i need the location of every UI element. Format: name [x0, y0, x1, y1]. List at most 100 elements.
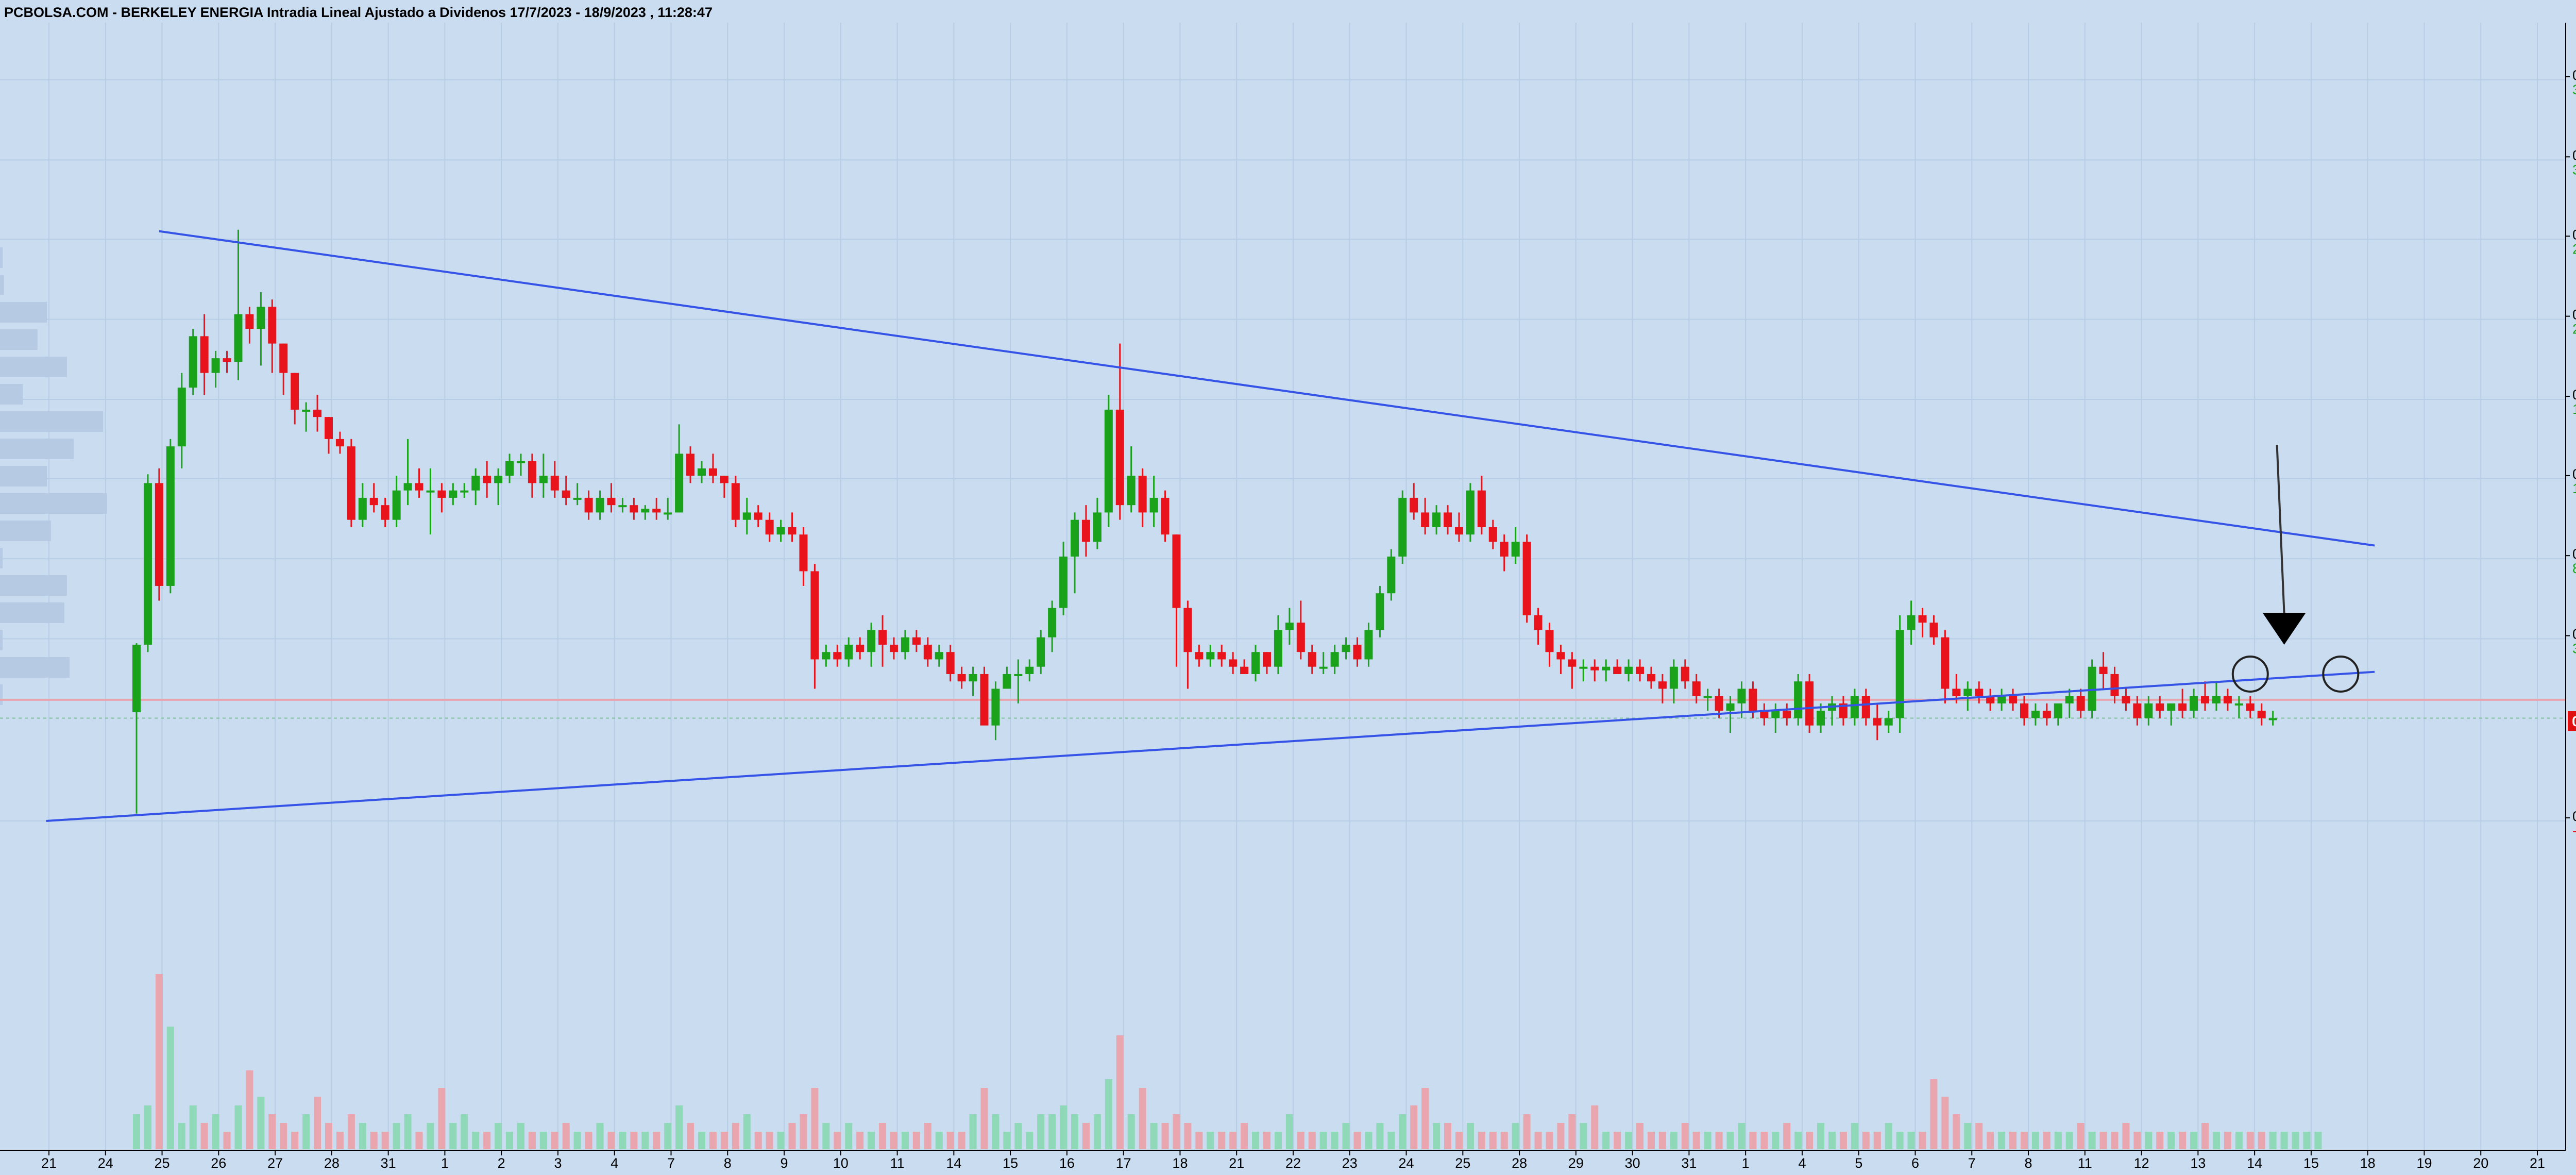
candle-body [844, 644, 853, 660]
volume-bar [1987, 1132, 1994, 1149]
candle-body [833, 652, 842, 660]
volume-profile-bar [0, 575, 67, 596]
volume-bar [1127, 1114, 1135, 1149]
volume-bar [415, 1132, 423, 1149]
candle-body [2190, 696, 2198, 711]
volume-bar [1308, 1132, 1316, 1149]
time-tick-label: 5 [1855, 1155, 1862, 1171]
volume-profile-bar [0, 657, 70, 678]
candle-body [1715, 696, 1723, 711]
candle-body [969, 674, 977, 682]
volume-bar [189, 1105, 197, 1149]
time-tick-label: 3 [554, 1155, 562, 1171]
volume-bar [1851, 1123, 1858, 1149]
candle-body [686, 454, 695, 476]
volume-bar [1433, 1123, 1440, 1149]
volume-bar [675, 1105, 683, 1149]
volume-profile-bar [0, 275, 4, 295]
candle-body [1206, 652, 1215, 660]
candle-body [991, 689, 1000, 726]
volume-bar [1478, 1132, 1485, 1149]
volume-bar [1614, 1132, 1621, 1149]
volume-bar [1794, 1132, 1802, 1149]
volume-bar [1218, 1132, 1226, 1149]
volume-bar [336, 1132, 344, 1149]
candle-body [143, 483, 152, 645]
volume-bar [822, 1123, 830, 1149]
candle-body [1115, 409, 1124, 506]
candle-body [1217, 652, 1226, 660]
candle-body [2009, 696, 2018, 703]
candle-body [437, 490, 446, 498]
volume-profile-bar [0, 247, 3, 268]
candle-body [2133, 703, 2142, 718]
candle-body [2268, 718, 2277, 720]
volume-bar [1919, 1132, 1926, 1149]
candle-body [1590, 666, 1599, 670]
time-tick-label: 16 [1059, 1155, 1075, 1171]
volume-bar [1625, 1132, 1633, 1149]
candle-body [1952, 689, 1961, 696]
volume-bar [302, 1114, 310, 1149]
volume-bar [856, 1132, 864, 1149]
time-tick-label: 31 [1681, 1155, 1697, 1171]
candle-body [403, 483, 412, 491]
percent-tick-label: -7,03% [2572, 823, 2576, 838]
candle-body [1081, 519, 1090, 542]
time-tick-label: 7 [667, 1155, 675, 1171]
candle-body [562, 490, 570, 498]
volume-bar [562, 1123, 570, 1149]
candle-body [1138, 476, 1147, 513]
volume-bar [1376, 1123, 1384, 1149]
candle-body [1884, 718, 1893, 726]
candle-body [878, 630, 887, 645]
volume-bar [1082, 1123, 1090, 1149]
volume-bar [935, 1132, 943, 1149]
candle-body [1263, 652, 1271, 667]
volume-bar [2054, 1132, 2062, 1149]
volume-bar [2122, 1123, 2130, 1149]
volume-bar [1557, 1123, 1565, 1149]
candle-body [1658, 681, 1667, 689]
candle-body [1003, 674, 1011, 689]
volume-bar [223, 1132, 231, 1149]
candle-body [935, 652, 943, 660]
candle-body [1037, 637, 1045, 667]
volume-bar [1885, 1123, 1892, 1149]
candle-body [1929, 623, 1938, 637]
candle-body [1285, 623, 1294, 630]
candle-body [1410, 497, 1418, 513]
volume-bar [1534, 1132, 1542, 1149]
volume-bar [1342, 1123, 1350, 1149]
volume-profile-bar [0, 521, 51, 541]
price-tick-label: 0,2428 [2572, 627, 2576, 642]
candle-body [505, 461, 514, 476]
volume-bar [1252, 1132, 1260, 1149]
volume-bar [992, 1114, 999, 1149]
volume-bar [1658, 1132, 1666, 1149]
volume-bar [653, 1132, 660, 1149]
candle-body [1183, 608, 1192, 652]
candle-body [2234, 703, 2243, 706]
candle-body [1251, 652, 1260, 674]
candle-body [889, 644, 898, 652]
volume-bar [958, 1132, 965, 1149]
candle-body [211, 358, 220, 373]
volume-bar [1523, 1114, 1531, 1149]
candle-body [946, 652, 955, 674]
time-tick-label: 19 [2416, 1155, 2432, 1171]
candle-body [1817, 711, 1825, 726]
candle-body [698, 468, 706, 476]
volume-bar [1591, 1105, 1599, 1149]
candle-body [483, 476, 492, 483]
time-tick-label: 11 [890, 1155, 905, 1171]
candle-body [618, 505, 627, 508]
volume-bar [1353, 1132, 1361, 1149]
candle-body [166, 446, 175, 586]
volume-bar [2292, 1132, 2299, 1149]
volume-bar [630, 1132, 638, 1149]
volume-bar [1512, 1123, 1519, 1149]
volume-bar [427, 1123, 434, 1149]
candle-body [1873, 718, 1882, 726]
volume-bar [1839, 1132, 1847, 1149]
